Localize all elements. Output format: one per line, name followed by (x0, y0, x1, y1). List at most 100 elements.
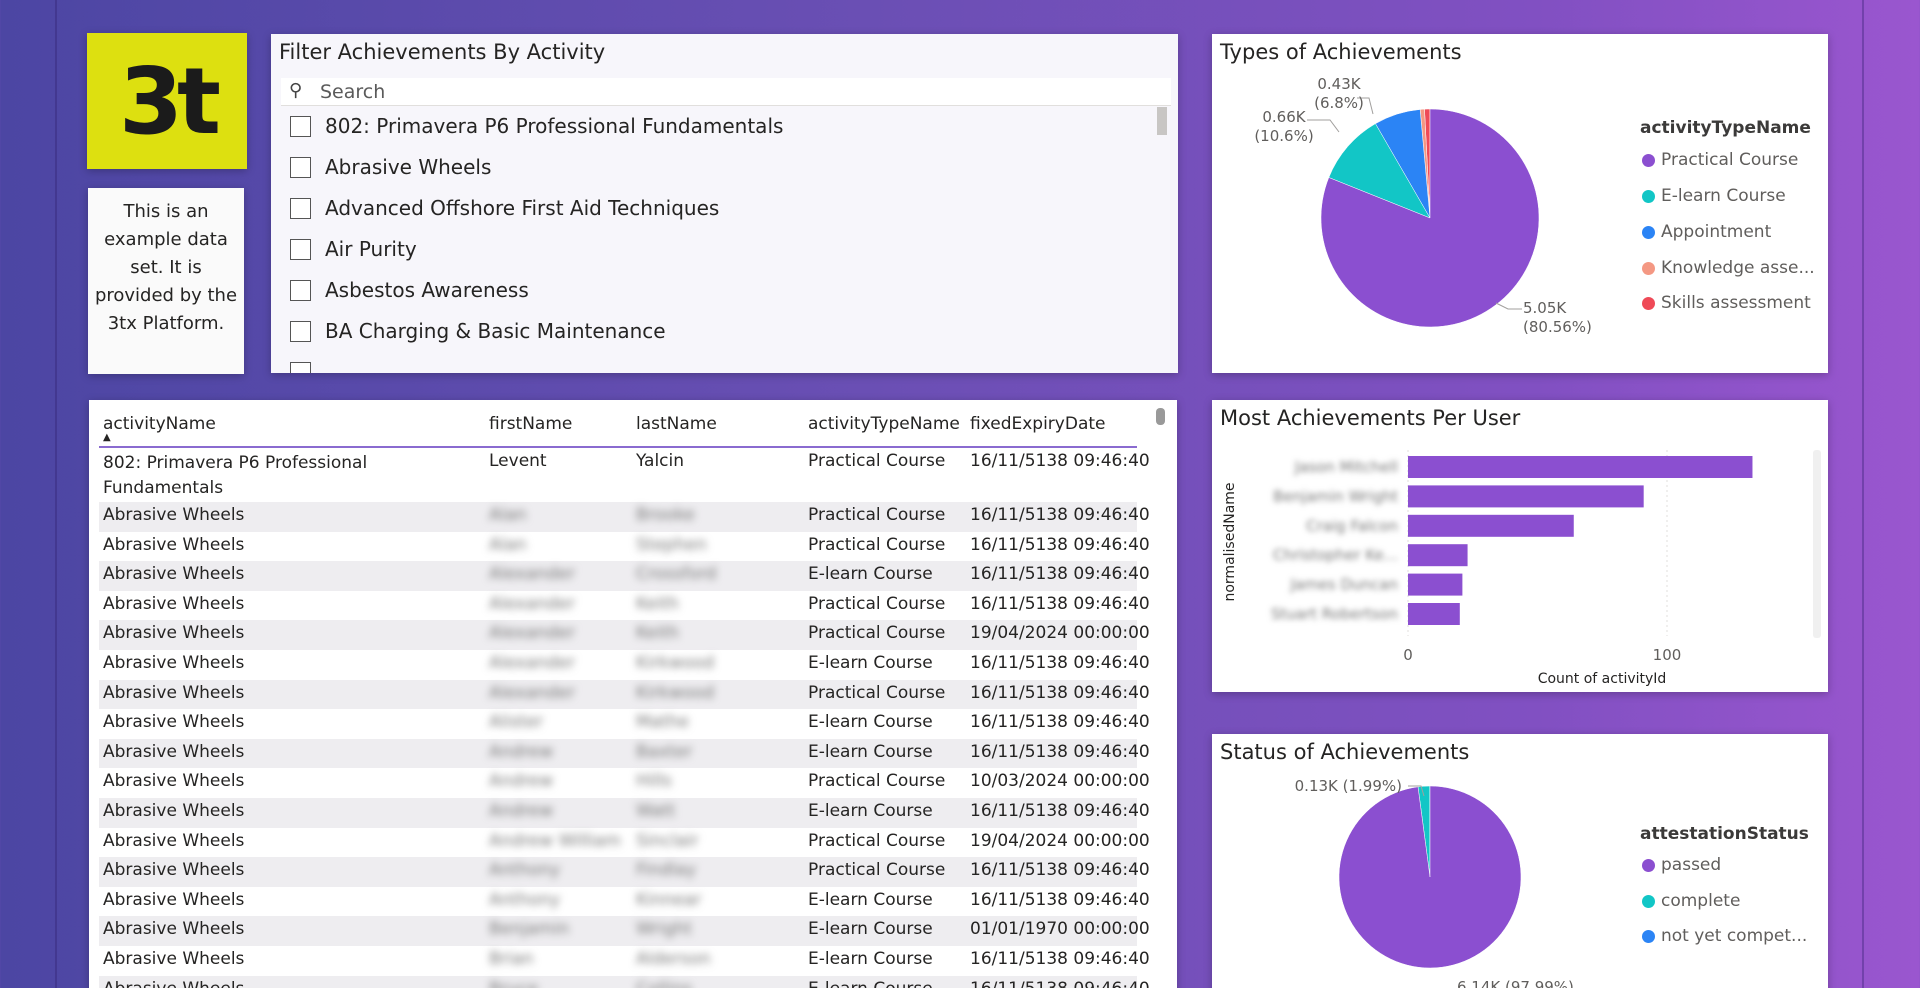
column-header-firstname[interactable]: firstName (489, 414, 572, 434)
slicer-item[interactable]: Asbestos Awareness (290, 273, 529, 307)
cell-first: Alexander (489, 653, 576, 673)
slicer-item-label: Asbestos Awareness (325, 278, 529, 302)
cell-activity: Abrasive Wheels (103, 653, 245, 673)
slicer-item[interactable]: Abrasive Wheels (290, 150, 491, 184)
legend-dot (1642, 153, 1655, 167)
slicer-item[interactable]: Air Purity (290, 232, 417, 266)
bar-user-2[interactable] (1408, 485, 1644, 508)
cell-activity: Abrasive Wheels (103, 979, 244, 988)
checkbox[interactable] (290, 320, 311, 342)
slicer-item[interactable]: Advanced Offshore First Aid Techniques (290, 191, 719, 225)
slicer-item-label: Abrasive Wheels (325, 155, 492, 179)
legend-dot (1642, 858, 1655, 872)
cell-last: Watt (636, 801, 676, 821)
slicer-scrollbar[interactable] (1157, 107, 1167, 135)
checkbox[interactable] (290, 238, 311, 260)
table-row[interactable]: Abrasive Wheels Alexander Keith Practical C… (99, 620, 1150, 650)
legend-item-passed[interactable]: passed (1642, 855, 1721, 875)
slicer-item-label: BA Charging & Basic Maintenance (325, 319, 666, 343)
peruser-bar-svg: 0 100 Count of activityId normalisedName… (1222, 450, 1821, 687)
column-header-activitytypename[interactable]: activityTypeName (808, 414, 960, 434)
checkbox[interactable] (290, 156, 311, 178)
cell-last: Findlay (636, 860, 697, 881)
legend-dot (1642, 189, 1655, 203)
checkbox[interactable] (290, 279, 311, 301)
legend-item-not-yet-competent[interactable]: not yet compet... (1642, 926, 1807, 946)
legend-item-complete[interactable]: complete (1642, 891, 1740, 911)
legend-item-knowledge-assessment[interactable]: Knowledge asse... (1642, 258, 1815, 278)
cell-last: Stephen (636, 534, 707, 555)
bar-user-3[interactable] (1408, 514, 1574, 537)
table-row[interactable]: Abrasive Wheels Alexander Kirkwood Practica… (99, 679, 1150, 710)
cell-expiry: 16/11/5138 09:46:40 (970, 949, 1150, 969)
cell-last: Crossford (636, 564, 717, 585)
column-header-fixedexpirydate[interactable]: fixedExpiryDate (970, 414, 1106, 434)
table-row[interactable]: Abrasive Wheels Andrew Hills Practical Cour… (99, 768, 1150, 798)
cell-first: Andrew William (489, 830, 621, 851)
cell-activity: Abrasive Wheels (103, 830, 245, 851)
table-row[interactable]: Abrasive Wheels Benjamin Wright E-learn Cou… (99, 916, 1150, 946)
table-row[interactable]: Abrasive Wheels Alister Mathe E-learn Cours… (99, 709, 1150, 739)
cell-first: Andrew (489, 741, 554, 762)
cell-activity: Abrasive Wheels (103, 682, 245, 703)
bar-user-1[interactable] (1408, 456, 1753, 478)
info-textbox: This is an example data set. It is provi… (88, 188, 244, 374)
table-row[interactable]: Abrasive Wheels Brian Alderson E-learn Cour… (99, 946, 1150, 976)
checkbox[interactable] (290, 197, 311, 219)
legend-item-elearn-course[interactable]: E-learn Course (1642, 186, 1786, 206)
table-row[interactable]: Abrasive Wheels Alexander Kirkwood E-learn … (99, 650, 1150, 680)
bar-user-6[interactable] (1408, 603, 1460, 625)
table-row[interactable]: Abrasive Wheels Alexander Keith Practical C… (99, 591, 1150, 621)
legend-item-appointment[interactable]: Appointment (1642, 222, 1771, 242)
x-axis-label: Count of activityId (1538, 671, 1667, 687)
cell-first: Benjamin (489, 919, 570, 940)
cell-first: Levent (489, 451, 547, 471)
slicer-item[interactable] (290, 355, 325, 373)
slicer-item[interactable]: BA Charging & Basic Maintenance (290, 314, 666, 348)
column-header-lastname[interactable]: lastName (636, 414, 717, 434)
legend-label: not yet compet... (1661, 926, 1808, 946)
legend-label: E-learn Course (1661, 186, 1786, 206)
table-scrollbar[interactable] (1156, 408, 1165, 425)
legend-label: Practical Course (1661, 150, 1799, 170)
cell-expiry: 01/01/1970 00:00:00 (970, 919, 1150, 940)
types-of-achievements-chart: Types of Achievements 0.66K (10.6%) 0.43… (1212, 34, 1828, 373)
table-row[interactable]: Abrasive Wheels Anthony Kinnear E-learn Cou… (99, 887, 1150, 917)
table-row[interactable]: Abrasive Wheels Alan Brooke Practical Cours… (99, 502, 1150, 532)
pie-label-elearn-value: 0.66K (1262, 108, 1306, 126)
checkbox[interactable] (290, 115, 311, 137)
cell-expiry: 16/11/5138 09:46:40 (970, 682, 1150, 703)
checkbox[interactable] (290, 361, 311, 373)
peruser-scrollbar[interactable] (1813, 450, 1821, 638)
cell-first: Alan (489, 505, 527, 525)
cell-type: E-learn Course (808, 653, 933, 673)
info-text: This is an example data set. It is provi… (94, 201, 238, 334)
company-logo: 3t (87, 33, 247, 169)
cell-type: E-learn Course (808, 979, 933, 988)
cell-last: Wright (636, 919, 692, 940)
cell-last: Kinnear (636, 889, 702, 910)
table-row[interactable]: Abrasive Wheels Andrew Baxter E-learn Cours… (99, 738, 1150, 769)
slicer-search-input[interactable]: ⚲ Search (281, 78, 1171, 106)
pie-slice-passed[interactable] (1338, 785, 1522, 969)
legend-dot (1642, 261, 1655, 275)
cell-expiry: 16/11/5138 09:46:40 (970, 712, 1150, 733)
table-row[interactable]: 802: Primavera P6 Professional Fundament… (99, 448, 1150, 502)
legend-item-practical-course[interactable]: Practical Course (1642, 150, 1798, 170)
cell-type: E-learn Course (808, 889, 933, 910)
column-header-activityname[interactable]: activityName (103, 414, 216, 434)
table-row[interactable]: Abrasive Wheels Bruce Collins E-learn Cours… (99, 975, 1150, 988)
bar-user-5[interactable] (1408, 573, 1463, 596)
pie-label-practical-value: 5.05K (1523, 299, 1567, 317)
search-placeholder: Search (320, 81, 386, 103)
table-row[interactable]: Abrasive Wheels Alan Stephen Practical Cour… (99, 532, 1150, 562)
slicer-list: 802: Primavera P6 Professional Fundament… (271, 109, 1171, 373)
slicer-item[interactable]: 802: Primavera P6 Professional Fundament… (290, 109, 783, 143)
table-row[interactable]: Abrasive Wheels Alexander Crossford E-learn… (99, 561, 1150, 591)
table-row[interactable]: Abrasive Wheels Andrew Watt E-learn Course 1… (99, 798, 1150, 828)
table-row[interactable]: Abrasive Wheels Andrew William Sinclair Pra… (99, 828, 1150, 858)
bar-user-4[interactable] (1408, 544, 1468, 567)
table-row[interactable]: Abrasive Wheels Anthony Findlay Practical C… (99, 857, 1150, 887)
legend-item-skills-assessment[interactable]: Skills assessment (1642, 293, 1811, 313)
activity-slicer: Filter Achievements By Activity ⚲ Search… (271, 34, 1178, 373)
